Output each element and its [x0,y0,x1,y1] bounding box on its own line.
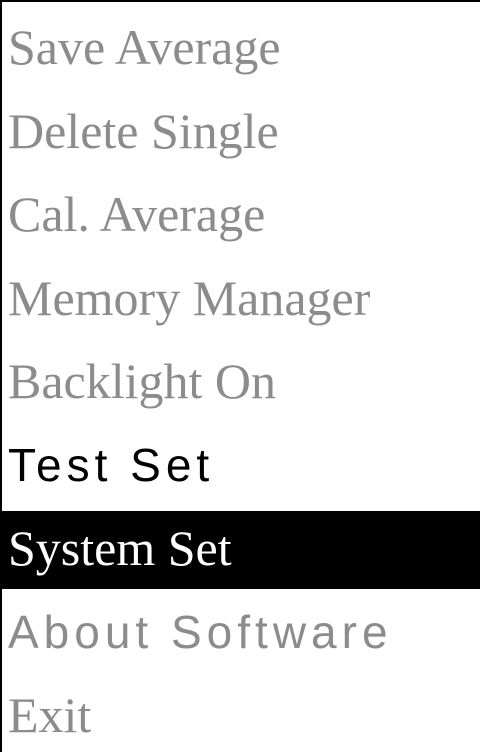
menu-item-exit[interactable]: Exit [2,674,480,752]
menu-item-save-average[interactable]: Save Average [2,6,480,90]
menu-item-label: System Set [8,520,232,576]
menu-item-cal-average[interactable]: Cal. Average [2,173,480,257]
menu-screen: Save Average Delete Single Cal. Average … [0,0,480,752]
menu-item-backlight-on[interactable]: Backlight On [2,340,480,424]
menu-item-label: Exit [8,687,92,743]
menu-item-label: About Software [8,605,393,658]
menu-item-label: Delete Single [8,102,279,159]
menu-item-label: Test Set [8,438,215,491]
main-menu: Save Average Delete Single Cal. Average … [2,6,480,752]
menu-item-label: Backlight On [8,353,277,409]
menu-item-delete-single[interactable]: Delete Single [2,90,480,174]
menu-item-system-set[interactable]: System Set [2,507,480,591]
menu-item-label: Save Average [8,19,281,75]
menu-item-label: Memory Manager [8,269,371,326]
menu-item-memory-manager[interactable]: Memory Manager [2,257,480,341]
menu-item-test-set[interactable]: Test Set [2,424,480,508]
menu-item-about-software[interactable]: About Software [2,591,480,675]
menu-item-label: Cal. Average [8,186,266,242]
